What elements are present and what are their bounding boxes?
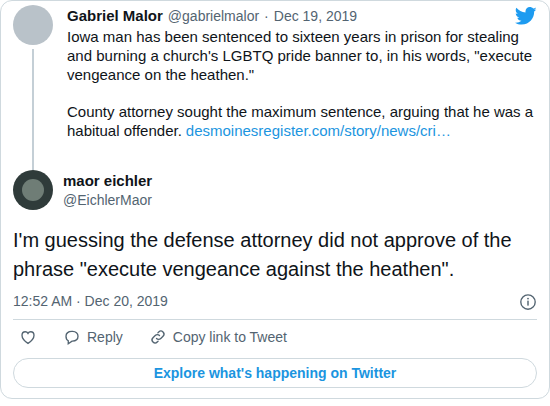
timestamp-row: 12:52 AM · Dec 20, 2019 <box>13 292 537 311</box>
thread-line <box>32 49 34 170</box>
author-name[interactable]: Gabriel Malor <box>67 6 163 26</box>
speech-bubble-icon[interactable] <box>63 328 81 346</box>
tweet-embed: Gabriel Malor@gabrielmalor·Dec 19, 2019I… <box>0 0 550 399</box>
action-item[interactable]: Copy link to Tweet <box>149 328 287 346</box>
twitter-bird-icon[interactable] <box>515 5 537 27</box>
action-label[interactable]: Copy link to Tweet <box>173 328 287 346</box>
reply-header: maor eichler@EichlerMaor <box>13 170 537 210</box>
author-handle[interactable]: @gabrielmalor <box>168 7 259 26</box>
action-item[interactable]: Reply <box>63 328 123 346</box>
reply-author: maor eichler@EichlerMaor <box>63 171 152 210</box>
author-handle[interactable]: @EichlerMaor <box>63 191 152 210</box>
parent-content: Gabriel Malor @gabrielmalor · Dec 19, 2019I… <box>67 5 537 170</box>
separator: · <box>264 7 269 26</box>
author-name[interactable]: maor eichler <box>63 171 152 191</box>
parent-header: Gabriel Malor @gabrielmalor · Dec 19, 2019 <box>67 5 537 27</box>
reply-tweet: maor eichler@EichlerMaor I'm guessing the… <box>13 170 537 388</box>
reply-text: I'm guessing the defense attorney did no… <box>13 226 537 284</box>
maor-avatar-icon[interactable] <box>13 170 53 210</box>
parent-tweet: Gabriel Malor @gabrielmalor · Dec 19, 2019I… <box>13 5 537 170</box>
action-item[interactable] <box>19 328 37 346</box>
tweet-paragraph: Iowa man has been sentenced to sixteen y… <box>67 27 537 84</box>
avatar-column <box>13 5 53 170</box>
link-icon[interactable] <box>149 328 167 346</box>
divider <box>13 319 537 320</box>
timestamp[interactable]: 12:52 AM · Dec 20, 2019 <box>13 292 168 311</box>
info-icon[interactable] <box>519 293 537 311</box>
explore-button[interactable]: Explore what's happening on Twitter <box>13 358 537 388</box>
tweet-paragraph: County attorney sought the maximum sente… <box>67 102 537 140</box>
heart-icon[interactable] <box>19 328 37 346</box>
action-label[interactable]: Reply <box>87 328 123 346</box>
article-link[interactable]: desmoinesregister.com/story/news/cri… <box>186 122 451 139</box>
gabriel-avatar-icon[interactable] <box>13 5 53 45</box>
action-bar: Reply Copy link to Tweet <box>13 320 537 354</box>
parent-text: Iowa man has been sentenced to sixteen y… <box>67 27 537 140</box>
tweet-date[interactable]: Dec 19, 2019 <box>274 7 357 26</box>
